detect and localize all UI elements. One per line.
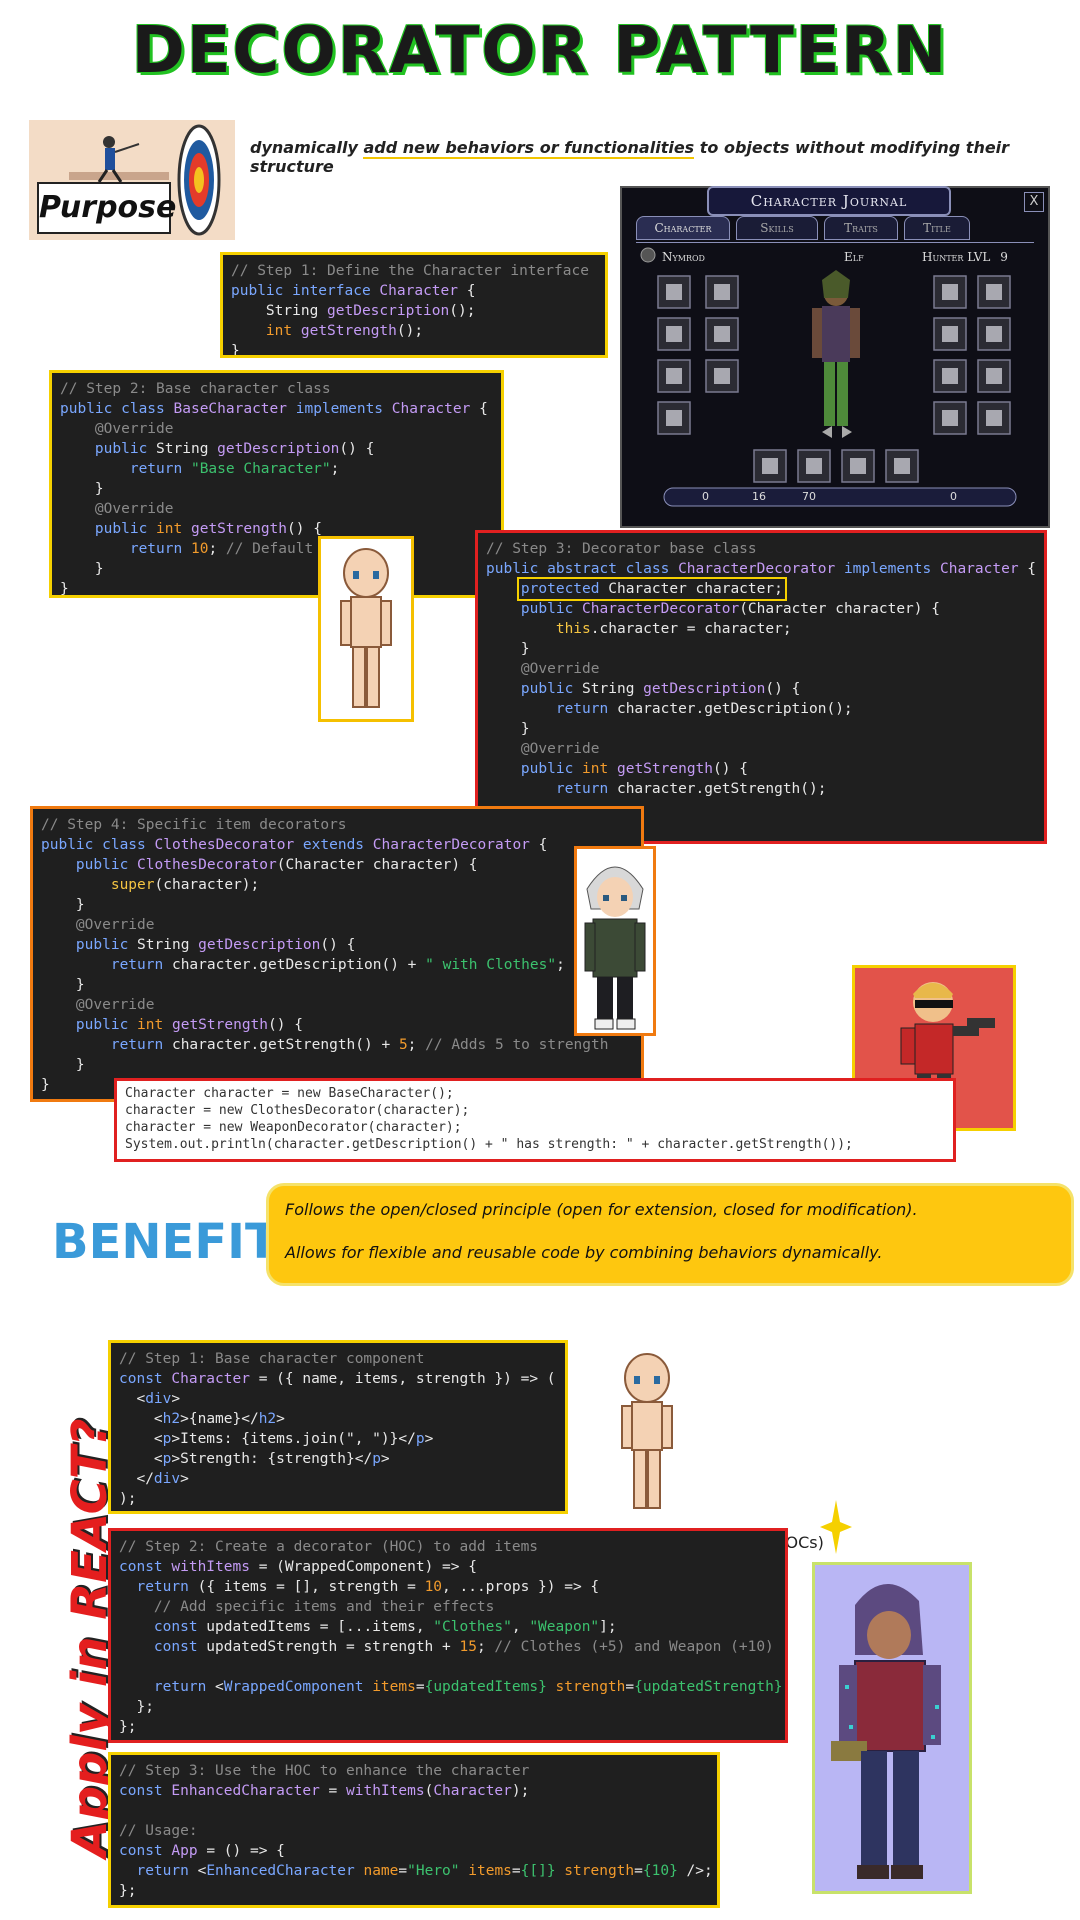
code-step1: // Step 1: Define the Character interfac… xyxy=(220,252,608,358)
react-base-character-sprite xyxy=(602,1346,692,1516)
benefits-label: BENEFITS xyxy=(52,1214,268,1268)
stat-copper: 70 xyxy=(802,490,816,503)
stat-silver: 16 xyxy=(752,490,766,503)
benefits-box: Follows the open/closed principle (open … xyxy=(266,1183,1074,1286)
clothed-character-sprite xyxy=(574,846,656,1036)
code-step4: // Step 4: Specific item decorators publ… xyxy=(30,806,644,1102)
journal-equipment-slots xyxy=(640,247,1017,507)
code-step2: // Step 2: Base character class public c… xyxy=(49,370,504,598)
base-character-sprite xyxy=(318,536,414,722)
usage-code-block: Character character = new BaseCharacter(… xyxy=(114,1078,956,1162)
usage-line-4: System.out.println(character.getDescript… xyxy=(125,1137,853,1152)
stat-moon: 0 xyxy=(950,490,957,503)
benefit-item: Allows for flexible and reusable code by… xyxy=(285,1243,883,1262)
purpose-text: dynamically add new behaviors or functio… xyxy=(250,138,1050,176)
purpose-label: Purpose xyxy=(37,182,176,234)
page-title: DECORATOR PATTERN xyxy=(131,14,949,88)
benefit-item: Follows the open/closed principle (open … xyxy=(285,1200,918,1219)
enhanced-character-sprite xyxy=(812,1562,972,1894)
character-journal-panel: Character Journal X Character Skills Tra… xyxy=(620,186,1050,528)
purpose-text-underlined: add new behaviors or functionalities xyxy=(363,138,695,159)
sparkle-icon xyxy=(820,1500,852,1554)
react-code-step1: // Step 1: Base character component cons… xyxy=(108,1340,568,1514)
usage-line-3: character = new WeaponDecorator(characte… xyxy=(125,1120,462,1135)
benefits-icon: BENEFITS xyxy=(52,1214,312,1270)
purpose-text-part1: dynamically xyxy=(250,138,364,157)
react-code-step2: // Step 2: Create a decorator (HOC) to a… xyxy=(108,1528,788,1743)
purpose-illustration: Purpose xyxy=(29,120,235,240)
stat-gold: 0 xyxy=(702,490,709,503)
usage-line-1: Character character = new BaseCharacter(… xyxy=(125,1086,454,1101)
usage-line-2: character = new ClothesDecorator(charact… xyxy=(125,1103,470,1118)
code-step3: // Step 3: Decorator base class public a… xyxy=(475,530,1047,844)
benefits-illustration: BENEFITS xyxy=(48,1208,312,1270)
react-code-step3: // Step 3: Use the HOC to enhance the ch… xyxy=(108,1752,720,1908)
